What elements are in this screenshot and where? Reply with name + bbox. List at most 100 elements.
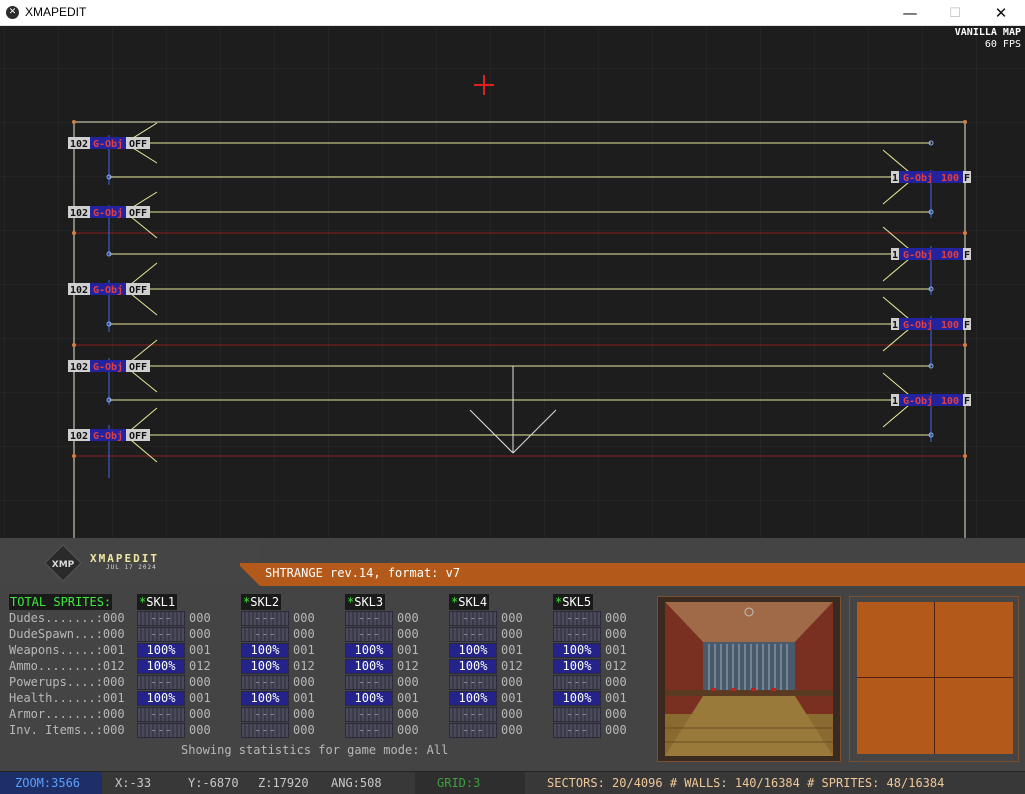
skill-count: 012 [605, 659, 627, 673]
skill-count: 000 [189, 723, 211, 737]
sprite-id-label: 102 [70, 139, 88, 150]
skill-count: 001 [501, 643, 523, 657]
map-type-label: VANILLA MAP [954, 27, 1021, 38]
skill-name: SKL5 [562, 595, 592, 609]
sprite-suffix-label: F [964, 250, 970, 261]
minimap-area[interactable] [857, 602, 1013, 754]
minimap-crosshair-v [934, 602, 935, 754]
sprite-state-label: OFF [129, 139, 147, 150]
skill-percent-cell: 100% [553, 659, 601, 674]
skill-header[interactable]: *SKL5 [553, 594, 594, 610]
minimize-button[interactable]: — [887, 0, 933, 26]
skill-count: 012 [293, 659, 315, 673]
skill-percent-cell: 100% [553, 691, 601, 706]
skill-name: SKL4 [458, 595, 488, 609]
skill-header[interactable]: *SKL2 [241, 594, 282, 610]
skill-percent-cell: 100% [449, 691, 497, 706]
svg-text:XMP: XMP [52, 560, 75, 570]
skill-count: 000 [501, 675, 523, 689]
stat-row-label: Health......:001 [9, 691, 125, 705]
skill-percent-cell: --- [241, 611, 289, 626]
skill-percent-cell: --- [345, 723, 393, 738]
skill-header[interactable]: *SKL3 [345, 594, 386, 610]
total-sprites-header: TOTAL SPRITES: [9, 594, 113, 610]
map-counts: SECTORS: 20/4096 # WALLS: 140/16384 # SP… [547, 776, 945, 790]
zoom-readout: ZOOM:3566 [0, 772, 102, 794]
sprite-tag[interactable]: 1 G-Obj 100 F [891, 171, 971, 184]
skill-percent-cell: 100% [449, 643, 497, 658]
skill-count: 000 [605, 723, 627, 737]
skill-header[interactable]: *SKL4 [449, 594, 490, 610]
skill-percent-cell: 100% [241, 643, 289, 658]
skill-count: 000 [293, 627, 315, 641]
skill-percent-cell: 100% [137, 691, 185, 706]
skill-percent-cell: 100% [553, 643, 601, 658]
skill-percent-cell: 100% [345, 659, 393, 674]
2d-minimap[interactable] [849, 596, 1019, 762]
skill-name: SKL1 [146, 595, 176, 609]
skill-count: 000 [501, 723, 523, 737]
3d-preview[interactable] [657, 596, 841, 762]
skill-count: 012 [189, 659, 211, 673]
map-info-bar-edge [212, 538, 260, 586]
skill-count: 000 [189, 675, 211, 689]
sprite-tag[interactable]: 1 G-Obj 100 F [891, 318, 971, 331]
sprite-id-label: 102 [70, 208, 88, 219]
sprite-suffix-label: F [964, 396, 970, 407]
sprite-type-label: G-Obj [93, 361, 123, 373]
sprite-tag[interactable]: 1 G-Obj 100 F [891, 248, 971, 261]
skill-percent-cell: --- [553, 723, 601, 738]
skill-header[interactable]: *SKL1 [137, 594, 178, 610]
stat-row-label: Ammo........:012 [9, 659, 125, 673]
app-icon: ✕ [6, 6, 19, 19]
sprite-tag[interactable]: 102 G-Obj OFF [68, 137, 150, 150]
close-button[interactable]: ✕ [978, 0, 1024, 26]
hud-overlay: VANILLA MAP 60 FPS [955, 27, 1021, 51]
angle-readout: ANG:508 [331, 776, 382, 790]
skill-count: 001 [189, 691, 211, 705]
skill-percent-cell: --- [137, 707, 185, 722]
skill-count: 001 [293, 691, 315, 705]
skill-percent-cell: --- [553, 627, 601, 642]
skill-count: 001 [397, 643, 419, 657]
maximize-button[interactable]: ☐ [932, 0, 978, 26]
skill-percent-cell: 100% [345, 691, 393, 706]
sprite-tag[interactable]: 102 G-Obj OFF [68, 283, 150, 296]
skill-count: 000 [397, 723, 419, 737]
skill-count: 001 [605, 643, 627, 657]
skill-name: SKL3 [354, 595, 384, 609]
map-info-text: SHTRANGE rev.14, format: v7 [265, 566, 461, 580]
skill-percent-cell: --- [553, 675, 601, 690]
skill-count: 000 [605, 707, 627, 721]
stat-row-label: Inv. Items..:000 [9, 723, 125, 737]
skill-count: 001 [397, 691, 419, 705]
skill-percent-cell: 100% [345, 643, 393, 658]
sprite-suffix-label: F [964, 173, 970, 184]
skill-percent-cell: --- [137, 627, 185, 642]
skill-percent-cell: --- [345, 627, 393, 642]
sprite-tag[interactable]: 1 G-Obj 100 F [891, 394, 971, 407]
sprite-tag[interactable]: 102 G-Obj OFF [68, 360, 150, 373]
sprite-type-label: G-Obj [903, 319, 933, 331]
sprite-id-label: 1 [892, 396, 898, 407]
map-canvas[interactable]: 102 G-Obj OFF 102 G-Obj OFF 102 G-Obj OFF 102 G-Ob… [0, 27, 1025, 562]
sprite-id-label: 102 [70, 285, 88, 296]
skill-count: 000 [189, 611, 211, 625]
skill-count: 001 [189, 643, 211, 657]
sprite-state-label: OFF [129, 431, 147, 442]
skill-count: 000 [293, 707, 315, 721]
sprite-type-label: G-Obj [93, 207, 123, 219]
sprite-tag[interactable]: 102 G-Obj OFF [68, 429, 150, 442]
sprite-tag[interactable]: 102 G-Obj OFF [68, 206, 150, 219]
sprite-type-label: G-Obj [93, 138, 123, 150]
status-bar: ZOOM:3566 X:-33 Y:-6870 Z:17920 ANG:508 … [0, 771, 1025, 794]
map-viewport[interactable]: 102 G-Obj OFF 102 G-Obj OFF 102 G-Obj OFF 102 G-Ob… [0, 27, 1025, 562]
stat-row-label: Powerups....:000 [9, 675, 125, 689]
skill-count: 000 [605, 611, 627, 625]
skill-count: 000 [293, 723, 315, 737]
skill-count: 000 [501, 707, 523, 721]
sprite-state-label: OFF [129, 285, 147, 296]
skill-count: 000 [605, 675, 627, 689]
title-bar: ✕ XMAPEDIT — ☐ ✕ [0, 0, 1025, 26]
stat-row-label: Armor.......:000 [9, 707, 125, 721]
